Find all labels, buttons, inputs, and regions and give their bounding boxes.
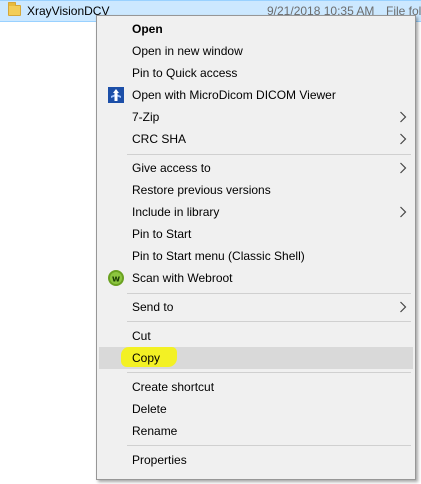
chevron-right-icon [400, 133, 407, 145]
menu-item-label: Open in new window [132, 44, 243, 58]
menu-item-crc-sha[interactable]: CRC SHA [99, 128, 413, 150]
menu-separator [127, 293, 411, 294]
menu-item-label: Send to [132, 300, 174, 314]
chevron-right-icon [400, 206, 407, 218]
menu-item-pin-start[interactable]: Pin to Start [99, 223, 413, 245]
menu-item-label: Properties [132, 453, 187, 467]
menu-item-properties[interactable]: Properties [99, 449, 413, 471]
menu-item-open-microdicom[interactable]: Open with MicroDicom DICOM Viewer [99, 84, 413, 106]
menu-item-label: Copy [132, 351, 161, 365]
menu-item-label: Scan with Webroot [132, 271, 233, 285]
menu-item-label: Cut [132, 329, 151, 343]
menu-item-copy[interactable]: Copy [99, 347, 413, 369]
svg-text:w: w [112, 275, 120, 285]
menu-item-label: Open with MicroDicom DICOM Viewer [132, 88, 336, 102]
menu-item-cut[interactable]: Cut [99, 325, 413, 347]
context-menu: Open Open in new window Pin to Quick acc… [96, 15, 416, 480]
menu-item-label: Pin to Quick access [132, 66, 238, 80]
menu-item-label: Delete [132, 402, 167, 416]
folder-icon [8, 2, 21, 16]
menu-separator [127, 445, 411, 446]
menu-item-delete[interactable]: Delete [99, 398, 413, 420]
menu-item-label: Include in library [132, 205, 220, 219]
menu-item-create-shortcut[interactable]: Create shortcut [99, 376, 413, 398]
menu-item-open[interactable]: Open [99, 18, 413, 40]
menu-item-label: Rename [132, 424, 178, 438]
menu-item-open-new-window[interactable]: Open in new window [99, 40, 413, 62]
menu-item-give-access[interactable]: Give access to [99, 157, 413, 179]
chevron-right-icon [400, 162, 407, 174]
menu-separator [127, 321, 411, 322]
webroot-icon: w [108, 270, 124, 286]
menu-item-label: Open [132, 22, 163, 36]
chevron-right-icon [400, 301, 407, 313]
menu-separator [127, 154, 411, 155]
menu-item-pin-start-classic[interactable]: Pin to Start menu (Classic Shell) [99, 245, 413, 267]
menu-item-restore-versions[interactable]: Restore previous versions [99, 179, 413, 201]
menu-item-label: Pin to Start [132, 227, 192, 241]
menu-item-include-library[interactable]: Include in library [99, 201, 413, 223]
microdicom-icon [108, 87, 124, 103]
menu-item-label: CRC SHA [132, 132, 187, 146]
menu-item-label: Create shortcut [132, 380, 215, 394]
menu-item-send-to[interactable]: Send to [99, 296, 413, 318]
menu-separator [127, 372, 411, 373]
menu-item-scan-webroot[interactable]: w Scan with Webroot [99, 267, 413, 289]
menu-item-label: Give access to [132, 161, 211, 175]
chevron-right-icon [400, 111, 407, 123]
menu-item-rename[interactable]: Rename [99, 420, 413, 442]
menu-item-7zip[interactable]: 7-Zip [99, 106, 413, 128]
menu-item-label: 7-Zip [132, 110, 160, 124]
menu-item-label: Pin to Start menu (Classic Shell) [132, 249, 305, 263]
menu-item-label: Restore previous versions [132, 183, 271, 197]
menu-item-pin-quick-access[interactable]: Pin to Quick access [99, 62, 413, 84]
